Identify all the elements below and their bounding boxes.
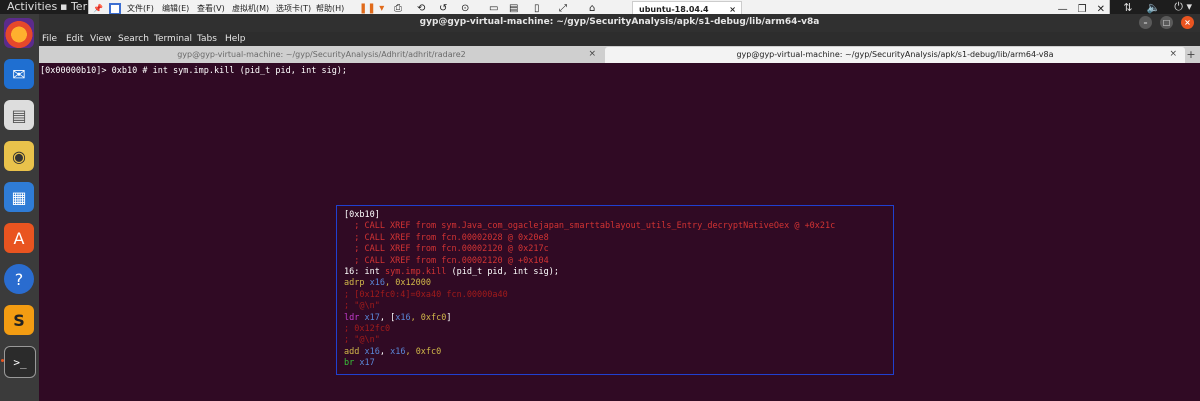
libreoffice-writer-icon[interactable]: ▦ xyxy=(4,182,34,212)
menu-view[interactable]: View xyxy=(90,34,111,44)
vm-close-icon[interactable]: ✕ xyxy=(1097,4,1105,15)
menu-help[interactable]: Help xyxy=(225,34,246,44)
opcode: ldr xyxy=(344,312,360,323)
sublime-text-icon[interactable]: S xyxy=(4,305,34,335)
register: x16 xyxy=(359,346,380,357)
thunderbird-icon[interactable]: ✉ xyxy=(4,59,34,89)
volume-icon[interactable]: 🔈 xyxy=(1147,1,1161,14)
rhythmbox-icon[interactable]: ◉ xyxy=(4,141,34,171)
func-name: sym.imp.kill xyxy=(384,266,447,277)
tab-label: gyp@gyp-virtual-machine: ~/gyp/SecurityA… xyxy=(736,50,1054,59)
menu-terminal[interactable]: Terminal xyxy=(154,34,192,44)
firefox-icon[interactable] xyxy=(4,18,34,48)
window-titlebar[interactable]: gyp@gyp-virtual-machine: ~/gyp/SecurityA… xyxy=(39,14,1200,32)
software-center-icon[interactable]: A xyxy=(4,223,34,253)
comment-line: ; "@\n" xyxy=(344,335,380,346)
operand: , 0xfc0 xyxy=(405,346,442,357)
menu-tabs[interactable]: Tabs xyxy=(197,34,217,44)
help-icon[interactable]: ? xyxy=(4,264,34,294)
menu-edit[interactable]: Edit xyxy=(66,34,83,44)
tab-radare2[interactable]: gyp@gyp-virtual-machine: ~/gyp/SecurityA… xyxy=(39,47,604,63)
comment-line: ; 0x12fc0 xyxy=(344,323,391,334)
operand: , 0xfc0 xyxy=(410,312,447,323)
opcode: br xyxy=(344,358,355,369)
xref-line: ; CALL XREF from fcn.00002120 @ +0x104 xyxy=(344,255,549,266)
disassembly-panel: [0xb10] ; CALL XREF from sym.Java_com_og… xyxy=(336,205,894,375)
files-icon[interactable]: ▤ xyxy=(4,100,34,130)
comment-line: ; "@\n" xyxy=(344,301,380,312)
app-menu-label: Ter xyxy=(70,0,88,13)
window-title: gyp@gyp-virtual-machine: ~/gyp/SecurityA… xyxy=(419,17,820,27)
func-sig: (pid_t pid, int sig); xyxy=(446,266,559,277)
tab-close-icon[interactable]: × xyxy=(1169,47,1177,62)
tab-arm64-v8a[interactable]: gyp@gyp-virtual-machine: ~/gyp/SecurityA… xyxy=(605,47,1185,63)
register: x17 xyxy=(354,358,375,369)
terminal-content[interactable]: [0x00000b10]> 0xb10 # int sym.imp.kill (… xyxy=(39,63,1200,401)
terminal-icon[interactable]: >_ xyxy=(4,346,36,378)
network-icon[interactable]: ⇅ xyxy=(1123,1,1132,14)
new-tab-icon[interactable]: + xyxy=(1184,47,1198,62)
tab-close-icon[interactable]: × xyxy=(588,47,596,62)
maximize-icon[interactable]: □ xyxy=(1160,16,1173,29)
opcode: add xyxy=(344,346,360,357)
function-signature: 16: int sym.imp.kill (pid_t pid, int sig… xyxy=(344,267,886,278)
running-indicator xyxy=(1,359,4,362)
comment-line: ; [0x12fc0:4]=0xa40 fcn.00000a40 xyxy=(344,289,508,300)
instruction-add: add x16, x16, 0xfc0 xyxy=(344,347,886,358)
register: x16 xyxy=(390,346,406,357)
operand-sep: , [ xyxy=(379,312,396,323)
activities-button[interactable]: Activities xyxy=(7,0,57,14)
vm-minimize-icon[interactable]: — xyxy=(1058,4,1068,15)
power-menu-icon[interactable]: ⏻ ▾ xyxy=(1174,0,1192,14)
system-tray[interactable]: ⇅ 🔈 ⏻ ▾ xyxy=(1123,0,1192,14)
operand-sep: , xyxy=(379,346,391,357)
close-icon[interactable]: × xyxy=(1181,16,1194,29)
vm-restore-icon[interactable]: ❐ xyxy=(1078,4,1087,15)
instruction-adrp: adrp x16, 0x12000 xyxy=(344,278,886,289)
window-controls: – □ × xyxy=(1139,16,1194,29)
vm-tab-label: ubuntu-18.04.4 xyxy=(639,5,709,14)
menu-file[interactable]: File xyxy=(42,34,57,44)
xref-line: ; CALL XREF from sym.Java_com_ogaclejapa… xyxy=(344,221,836,232)
register: x16 xyxy=(364,278,385,289)
tab-label: gyp@gyp-virtual-machine: ~/gyp/SecurityA… xyxy=(177,50,466,59)
operand: , 0x12000 xyxy=(384,278,432,289)
menu-search[interactable]: Search xyxy=(118,34,149,44)
operand-sep: ] xyxy=(446,312,452,323)
ubuntu-dock: ✉ ▤ ◉ ▦ A ? S >_ xyxy=(0,14,39,401)
terminal-menubar: File Edit View Search Terminal Tabs Help xyxy=(39,32,1200,46)
func-prefix: 16: int xyxy=(344,266,385,277)
tab-bar: gyp@gyp-virtual-machine: ~/gyp/SecurityA… xyxy=(39,46,1200,63)
instruction-ldr: ldr x17, [x16, 0xfc0] xyxy=(344,313,886,324)
xref-line: ; CALL XREF from fcn.00002120 @ 0x217c xyxy=(344,244,549,255)
register: x16 xyxy=(395,312,411,323)
panel-header: [0xb10] xyxy=(344,210,380,220)
xref-line: ; CALL XREF from fcn.00002028 @ 0x20e8 xyxy=(344,232,549,243)
register: x17 xyxy=(359,312,380,323)
app-menu[interactable]: ▪ Ter xyxy=(60,0,87,14)
terminal-window: gyp@gyp-virtual-machine: ~/gyp/SecurityA… xyxy=(39,14,1200,401)
minimize-icon[interactable]: – xyxy=(1139,16,1152,29)
opcode: adrp xyxy=(344,278,365,289)
radare2-prompt-line: [0x00000b10]> 0xb10 # int sym.imp.kill (… xyxy=(40,66,348,76)
instruction-br: br x17 xyxy=(344,358,886,369)
